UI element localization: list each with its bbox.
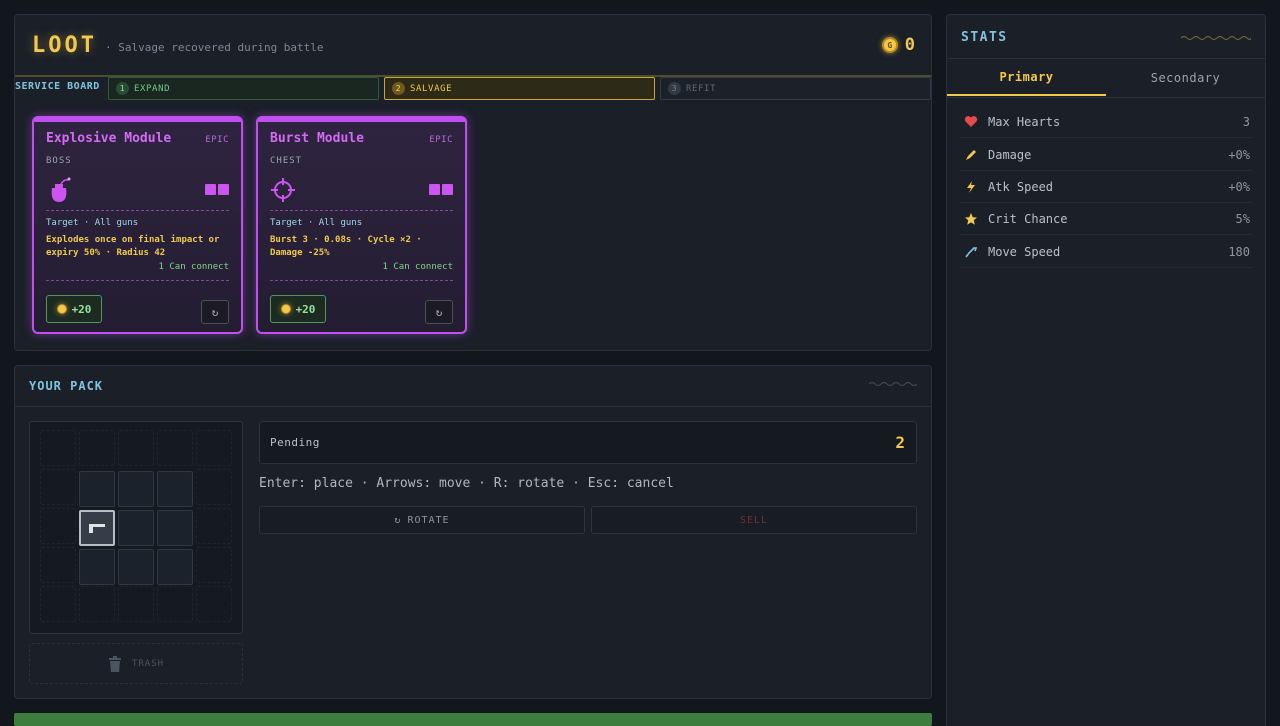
step-number: 2 [392, 82, 405, 95]
bomb-icon [46, 176, 72, 204]
coin-counter: G 0 [881, 35, 915, 55]
star-icon [964, 212, 978, 226]
pack-cell-selected[interactable] [79, 510, 115, 546]
stat-row-damage: Damage +0% [960, 139, 1252, 171]
pack-cell[interactable] [79, 549, 115, 585]
pending-box: Pending 2 [259, 421, 917, 464]
stat-row-move-speed: Move Speed 180 [960, 236, 1252, 268]
pending-label: Pending [270, 436, 320, 449]
card-target: Target · All guns [46, 218, 139, 228]
card-connect: 1 Can connect [382, 262, 453, 272]
coin-icon [56, 304, 67, 314]
heart-icon [964, 115, 978, 129]
stats-panel: STATS Primary Secondary Max Hearts 3 Dam… [946, 14, 1266, 726]
trash-zone[interactable]: TRASH [29, 643, 243, 684]
rotate-button[interactable]: ↻ ROTATE [259, 506, 585, 534]
pack-cell[interactable] [118, 510, 154, 546]
step-number: 3 [668, 82, 681, 95]
pack-title: YOUR PACK [29, 379, 104, 393]
pack-cell[interactable] [118, 471, 154, 507]
pack-grid[interactable] [29, 421, 243, 634]
loot-panel: LOOT · Salvage recovered during battle G… [14, 14, 932, 351]
coin-icon [280, 304, 291, 314]
pack-cell[interactable] [157, 549, 193, 585]
loot-subtitle: · Salvage recovered during battle [105, 41, 324, 54]
step-label: SALVAGE [410, 83, 453, 94]
loot-card-explosive-module[interactable]: Explosive Module EPIC BOSS Target · All … [32, 116, 243, 334]
pending-count: 2 [895, 433, 905, 452]
card-target: Target · All guns [270, 218, 363, 228]
card-rarity: EPIC [429, 135, 453, 145]
card-source: BOSS [46, 156, 72, 166]
rotate-icon: ↻ [394, 514, 402, 526]
gun-icon [89, 524, 105, 533]
pack-cell[interactable] [157, 510, 193, 546]
stat-row-atk-speed: Atk Speed +0% [960, 171, 1252, 203]
step-refit[interactable]: 3 REFIT [660, 77, 931, 100]
tab-primary[interactable]: Primary [947, 59, 1106, 96]
card-connect: 1 Can connect [158, 262, 229, 272]
slot-indicator [429, 184, 453, 195]
card-description: Burst 3 · 0.08s · Cycle ×2 · Damage -25% [270, 235, 422, 258]
coin-icon: G [881, 37, 898, 53]
reroll-button[interactable]: ↻ [425, 300, 453, 324]
trash-icon [108, 655, 121, 672]
sell-card-button[interactable]: +20 [270, 295, 326, 323]
squiggle-decoration [869, 381, 917, 387]
card-description: Explodes once on final impact or expiry … [46, 235, 220, 258]
loot-card-burst-module[interactable]: Burst Module EPIC CHEST Target · All gun… [256, 116, 467, 334]
slot-indicator [205, 184, 229, 195]
step-number: 1 [116, 82, 129, 95]
pack-panel: YOUR PACK TRASH Pending 2 Enter: place ·… [14, 365, 932, 699]
stat-row-crit-chance: Crit Chance 5% [960, 203, 1252, 235]
crosshair-icon [270, 176, 296, 204]
loot-header: LOOT · Salvage recovered during battle G… [15, 15, 931, 77]
step-salvage[interactable]: 2 SALVAGE [384, 77, 655, 100]
rotate-icon: ↻ [435, 305, 443, 319]
stat-row-max-hearts: Max Hearts 3 [960, 106, 1252, 138]
coin-count: 0 [904, 35, 915, 55]
card-source: CHEST [270, 156, 303, 166]
card-rarity: EPIC [205, 135, 229, 145]
stats-title: STATS [961, 30, 1008, 45]
sell-button[interactable]: SELL [591, 506, 917, 534]
lightning-icon [964, 180, 978, 194]
squiggle-decoration [1181, 35, 1251, 41]
step-label: REFIT [686, 83, 717, 94]
card-name: Explosive Module [46, 131, 172, 146]
step-expand[interactable]: 1 EXPAND [108, 77, 379, 100]
continue-bar[interactable] [14, 713, 932, 726]
sell-card-button[interactable]: +20 [46, 295, 102, 323]
reroll-button[interactable]: ↻ [201, 300, 229, 324]
sword-icon [964, 148, 978, 162]
pack-cell[interactable] [79, 471, 115, 507]
controls-help: Enter: place · Arrows: move · R: rotate … [259, 476, 674, 491]
loot-title: LOOT [32, 33, 97, 58]
pack-cell[interactable] [157, 471, 193, 507]
pack-cell[interactable] [118, 549, 154, 585]
card-name: Burst Module [270, 131, 364, 146]
trash-label: TRASH [131, 658, 165, 669]
step-label: EXPAND [134, 83, 171, 94]
tab-secondary[interactable]: Secondary [1106, 59, 1265, 96]
boot-icon [964, 245, 978, 259]
service-board-label: SERVICE BOARD [15, 81, 100, 92]
rotate-icon: ↻ [211, 305, 219, 319]
